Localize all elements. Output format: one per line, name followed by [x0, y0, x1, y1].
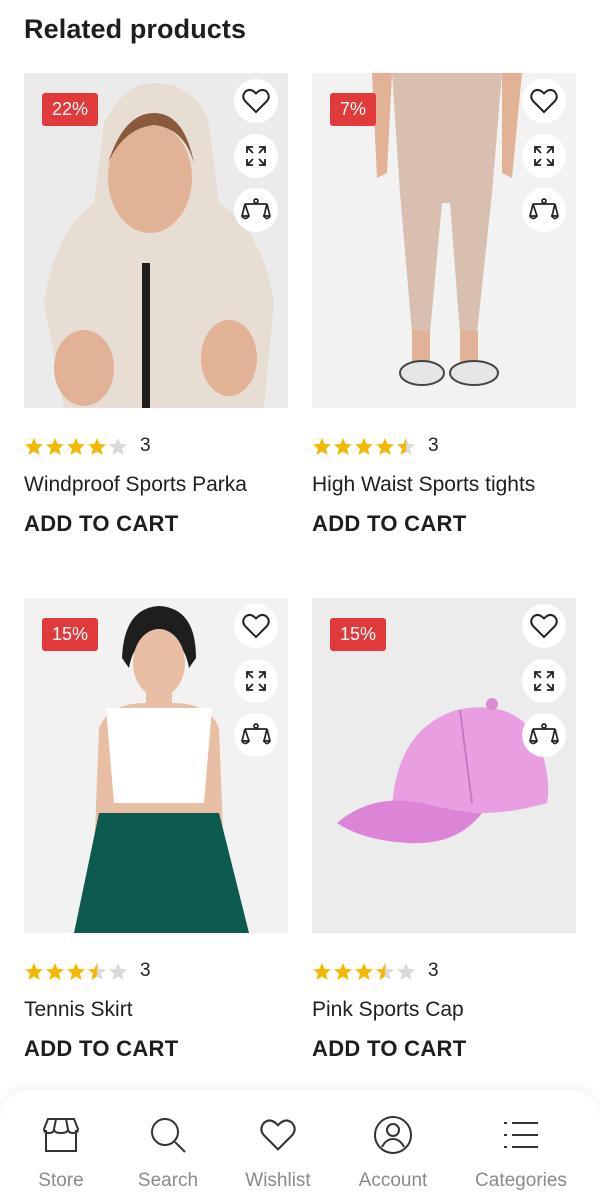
- scale-icon: [241, 198, 271, 220]
- rating-stars: [24, 437, 128, 456]
- bottom-nav: Store Search Wishlist Account Categories: [0, 1090, 600, 1200]
- product-card[interactable]: 7% 3 High Waist Sports tights ADD TO CAR…: [312, 73, 576, 536]
- star-icon: [397, 437, 415, 455]
- quick-view-button[interactable]: [522, 134, 566, 178]
- wishlist-button[interactable]: [234, 604, 278, 648]
- product-card[interactable]: 15% 3 Pink Sports Cap ADD TO CART: [312, 598, 576, 1061]
- star-icon: [397, 962, 415, 980]
- star-icon: [25, 437, 43, 455]
- product-name[interactable]: Windproof Sports Parka: [24, 473, 247, 497]
- heart-icon: [530, 613, 558, 639]
- nav-label: Search: [137, 1170, 199, 1191]
- discount-badge: 22%: [42, 93, 99, 126]
- nav-search[interactable]: Search: [113, 1114, 223, 1192]
- product-name[interactable]: High Waist Sports tights: [312, 473, 535, 497]
- star-icon: [313, 437, 331, 455]
- rating: 3: [312, 960, 439, 982]
- star-icon: [25, 962, 43, 980]
- scale-icon: [529, 723, 559, 745]
- star-icon: [88, 437, 106, 455]
- store-icon: [42, 1118, 80, 1152]
- add-to-cart-button[interactable]: ADD TO CART: [24, 511, 178, 537]
- product-image[interactable]: 15%: [24, 598, 288, 933]
- heart-icon: [242, 613, 270, 639]
- nav-account[interactable]: Account: [338, 1114, 448, 1192]
- compare-button[interactable]: [234, 188, 278, 232]
- quick-view-button[interactable]: [234, 134, 278, 178]
- expand-icon: [246, 146, 266, 166]
- menu-icon: [504, 1122, 538, 1148]
- add-to-cart-button[interactable]: ADD TO CART: [312, 1036, 466, 1062]
- star-icon: [355, 437, 373, 455]
- heart-icon: [242, 88, 270, 114]
- rating: 3: [24, 960, 151, 982]
- add-to-cart-button[interactable]: ADD TO CART: [24, 1036, 178, 1062]
- rating-count: 3: [428, 435, 439, 456]
- product-card[interactable]: 15% 3 Tennis Skirt ADD TO CART: [24, 598, 288, 1061]
- star-icon: [46, 962, 64, 980]
- rating-stars: [312, 962, 416, 981]
- compare-button[interactable]: [234, 713, 278, 757]
- nav-label: Categories: [475, 1170, 567, 1191]
- product-image[interactable]: 15%: [312, 598, 576, 933]
- rating: 3: [24, 435, 151, 457]
- star-icon: [109, 962, 127, 980]
- star-icon: [334, 437, 352, 455]
- expand-icon: [246, 671, 266, 691]
- star-icon: [376, 437, 394, 455]
- nav-store[interactable]: Store: [6, 1114, 116, 1192]
- discount-badge: 15%: [42, 618, 99, 651]
- product-card[interactable]: 22% 3 Windproof Sports Parka ADD TO CART: [24, 73, 288, 536]
- nav-label: Account: [358, 1170, 428, 1191]
- compare-button[interactable]: [522, 188, 566, 232]
- rating-stars: [24, 962, 128, 981]
- wishlist-button[interactable]: [234, 79, 278, 123]
- rating: 3: [312, 435, 439, 457]
- product-image[interactable]: 7%: [312, 73, 576, 408]
- star-icon: [313, 962, 331, 980]
- discount-badge: 7%: [330, 93, 377, 126]
- star-icon: [46, 437, 64, 455]
- nav-categories[interactable]: Categories: [466, 1114, 576, 1192]
- star-icon: [355, 962, 373, 980]
- nav-wishlist[interactable]: Wishlist: [223, 1114, 333, 1192]
- product-name[interactable]: Pink Sports Cap: [312, 998, 464, 1022]
- rating-count: 3: [140, 435, 151, 456]
- star-icon: [67, 962, 85, 980]
- product-image[interactable]: 22%: [24, 73, 288, 408]
- wishlist-button[interactable]: [522, 79, 566, 123]
- account-icon: [374, 1116, 412, 1154]
- add-to-cart-button[interactable]: ADD TO CART: [312, 511, 466, 537]
- compare-button[interactable]: [522, 713, 566, 757]
- star-icon: [88, 962, 106, 980]
- heart-icon: [260, 1119, 296, 1151]
- section-title: Related products: [24, 14, 247, 44]
- scale-icon: [529, 198, 559, 220]
- product-name[interactable]: Tennis Skirt: [24, 998, 133, 1022]
- star-icon: [334, 962, 352, 980]
- quick-view-button[interactable]: [522, 659, 566, 703]
- star-icon: [67, 437, 85, 455]
- expand-icon: [534, 671, 554, 691]
- expand-icon: [534, 146, 554, 166]
- rating-stars: [312, 437, 416, 456]
- search-icon: [151, 1118, 186, 1153]
- nav-label: Store: [38, 1170, 84, 1191]
- rating-count: 3: [428, 960, 439, 981]
- scale-icon: [241, 723, 271, 745]
- rating-count: 3: [140, 960, 151, 981]
- wishlist-button[interactable]: [522, 604, 566, 648]
- discount-badge: 15%: [330, 618, 387, 651]
- quick-view-button[interactable]: [234, 659, 278, 703]
- heart-icon: [530, 88, 558, 114]
- star-icon: [376, 962, 394, 980]
- nav-label: Wishlist: [245, 1170, 311, 1191]
- star-icon: [109, 437, 127, 455]
